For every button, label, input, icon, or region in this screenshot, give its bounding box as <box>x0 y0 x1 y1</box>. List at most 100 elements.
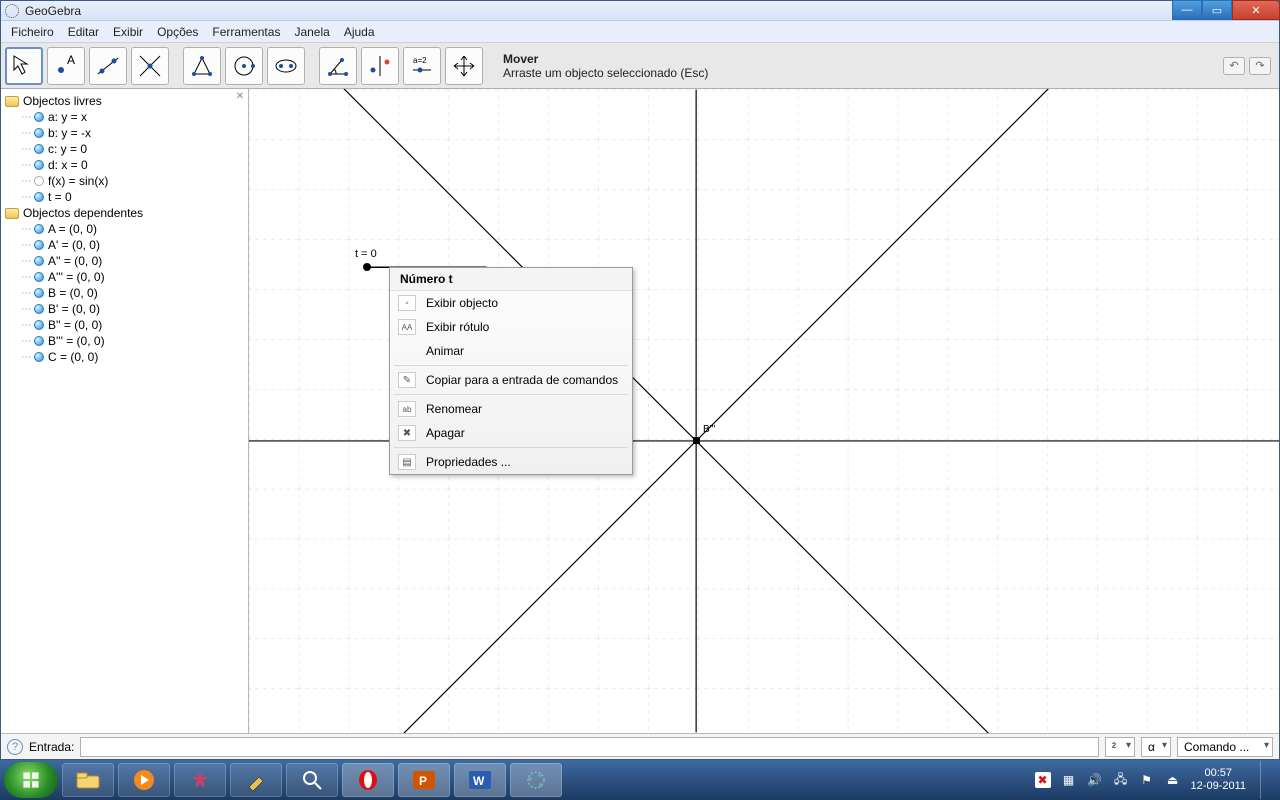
visibility-icon[interactable] <box>34 192 44 202</box>
visibility-icon[interactable] <box>34 240 44 250</box>
tool-slider[interactable]: a=2 <box>403 47 441 85</box>
help-icon[interactable]: ? <box>7 739 23 755</box>
tray-app-icon[interactable]: ▦ <box>1061 772 1077 788</box>
show-desktop-button[interactable] <box>1260 761 1270 799</box>
visibility-icon[interactable] <box>34 112 44 122</box>
tool-move-view[interactable] <box>445 47 483 85</box>
tree-item[interactable]: ⋯c: y = 0 <box>3 141 246 157</box>
command-dropdown[interactable]: Comando ... <box>1177 737 1273 757</box>
slider-handle[interactable] <box>363 263 371 271</box>
graphics-view[interactable]: t = 0 B''' Número t ◦Exibir objecto AAEx… <box>249 89 1279 733</box>
menu-ficheiro[interactable]: Ficheiro <box>5 23 60 41</box>
tool-circle[interactable] <box>225 47 263 85</box>
taskbar-app-star[interactable] <box>174 763 226 797</box>
tree-item-label: a: y = x <box>48 110 87 124</box>
ctx-apagar[interactable]: ✖Apagar <box>390 421 632 445</box>
origin-point[interactable] <box>693 437 700 444</box>
tray-volume-icon[interactable]: 🔊 <box>1087 772 1103 788</box>
tree-item[interactable]: ⋯B''' = (0, 0) <box>3 333 246 349</box>
tree-item[interactable]: ⋯C = (0, 0) <box>3 349 246 365</box>
tray-action-icon[interactable]: ⚑ <box>1139 772 1155 788</box>
start-button[interactable] <box>4 762 58 798</box>
symbol-dropdown-1[interactable]: ² <box>1105 737 1135 757</box>
visibility-icon[interactable] <box>34 352 44 362</box>
tree-connector-icon: ⋯ <box>21 112 30 123</box>
taskbar-geogebra[interactable] <box>510 763 562 797</box>
tree-item[interactable]: ⋯ a: y = x <box>3 109 246 125</box>
command-input[interactable] <box>80 737 1099 757</box>
tree-item[interactable]: ⋯B'' = (0, 0) <box>3 317 246 333</box>
tool-move[interactable] <box>5 47 43 85</box>
undo-button[interactable]: ↶ <box>1223 57 1245 75</box>
tree-item[interactable]: ⋯d: x = 0 <box>3 157 246 173</box>
menu-editar[interactable]: Editar <box>62 23 105 41</box>
visibility-icon[interactable] <box>34 336 44 346</box>
minimize-button[interactable]: — <box>1172 0 1202 20</box>
visibility-icon[interactable] <box>34 288 44 298</box>
tree-item[interactable]: ⋯A''' = (0, 0) <box>3 269 246 285</box>
copy-icon: ✎ <box>398 372 416 388</box>
close-button[interactable]: ✕ <box>1232 0 1280 20</box>
tool-title: Mover <box>503 52 708 66</box>
tool-perpendicular[interactable] <box>131 47 169 85</box>
tree-connector-icon: ⋯ <box>21 224 30 235</box>
tree-item[interactable]: ⋯b: y = -x <box>3 125 246 141</box>
symbol-dropdown-2[interactable]: α <box>1141 737 1171 757</box>
taskbar-word[interactable]: W <box>454 763 506 797</box>
tool-angle[interactable] <box>319 47 357 85</box>
ctx-copiar-entrada[interactable]: ✎Copiar para a entrada de comandos <box>390 368 632 392</box>
tray-alert-icon[interactable]: ✖ <box>1035 772 1051 788</box>
visibility-icon[interactable] <box>34 272 44 282</box>
tool-polygon[interactable] <box>183 47 221 85</box>
tree-item[interactable]: ⋯B' = (0, 0) <box>3 301 246 317</box>
separator <box>394 365 628 366</box>
algebra-sidebar[interactable]: ✕ Objectos livres ⋯ a: y = x⋯b: y = -x⋯c:… <box>1 89 249 733</box>
visibility-icon[interactable] <box>34 320 44 330</box>
menu-ajuda[interactable]: Ajuda <box>338 23 381 41</box>
visibility-icon[interactable] <box>34 256 44 266</box>
tree-item[interactable]: ⋯B = (0, 0) <box>3 285 246 301</box>
taskbar-powerpoint[interactable]: P <box>398 763 450 797</box>
dependent-objects-header[interactable]: Objectos dependentes <box>3 205 246 221</box>
menu-opcoes[interactable]: Opções <box>151 23 204 41</box>
tray-device-icon[interactable]: ⏏ <box>1165 772 1181 788</box>
separator <box>394 394 628 395</box>
tree-item[interactable]: ⋯A'' = (0, 0) <box>3 253 246 269</box>
taskbar-mediaplayer[interactable] <box>118 763 170 797</box>
visibility-icon[interactable] <box>34 176 44 186</box>
visibility-icon[interactable] <box>34 224 44 234</box>
taskbar-clock[interactable]: 00:57 12-09-2011 <box>1191 767 1246 793</box>
taskbar-app-magnifier[interactable] <box>286 763 338 797</box>
maximize-button[interactable]: ▭ <box>1202 0 1232 20</box>
ctx-propriedades[interactable]: ▤Propriedades ... <box>390 450 632 474</box>
menu-ferramentas[interactable]: Ferramentas <box>206 23 286 41</box>
ctx-renomear[interactable]: abRenomear <box>390 397 632 421</box>
tool-reflect[interactable] <box>361 47 399 85</box>
visibility-icon[interactable] <box>34 304 44 314</box>
visibility-icon[interactable] <box>34 128 44 138</box>
tool-point[interactable]: A <box>47 47 85 85</box>
taskbar-app-pen[interactable] <box>230 763 282 797</box>
tree-connector-icon: ⋯ <box>21 160 30 171</box>
tree-item[interactable]: ⋯ A' = (0, 0) <box>3 237 246 253</box>
visibility-icon[interactable] <box>34 160 44 170</box>
visibility-icon[interactable] <box>34 144 44 154</box>
ctx-exibir-rotulo[interactable]: AAExibir rótulo <box>390 315 632 339</box>
taskbar-opera[interactable] <box>342 763 394 797</box>
tree-item[interactable]: ⋯t = 0 <box>3 189 246 205</box>
redo-button[interactable]: ↷ <box>1249 57 1271 75</box>
tree-connector-icon: ⋯ <box>21 240 30 251</box>
tree-item[interactable]: ⋯f(x) = sin(x) <box>3 173 246 189</box>
free-objects-header[interactable]: Objectos livres <box>3 93 246 109</box>
sidebar-close-button[interactable]: ✕ <box>234 91 246 103</box>
tray-network-icon[interactable]: 🖧 <box>1113 772 1129 788</box>
taskbar-explorer[interactable] <box>62 763 114 797</box>
tool-ellipse[interactable] <box>267 47 305 85</box>
ctx-exibir-objecto[interactable]: ◦Exibir objecto <box>390 291 632 315</box>
tree-item[interactable]: ⋯A = (0, 0) <box>3 221 246 237</box>
tree-item-label: A' = (0, 0) <box>48 238 100 252</box>
menu-exibir[interactable]: Exibir <box>107 23 149 41</box>
ctx-animar[interactable]: Animar <box>390 339 632 363</box>
menu-janela[interactable]: Janela <box>288 23 335 41</box>
tool-line[interactable] <box>89 47 127 85</box>
